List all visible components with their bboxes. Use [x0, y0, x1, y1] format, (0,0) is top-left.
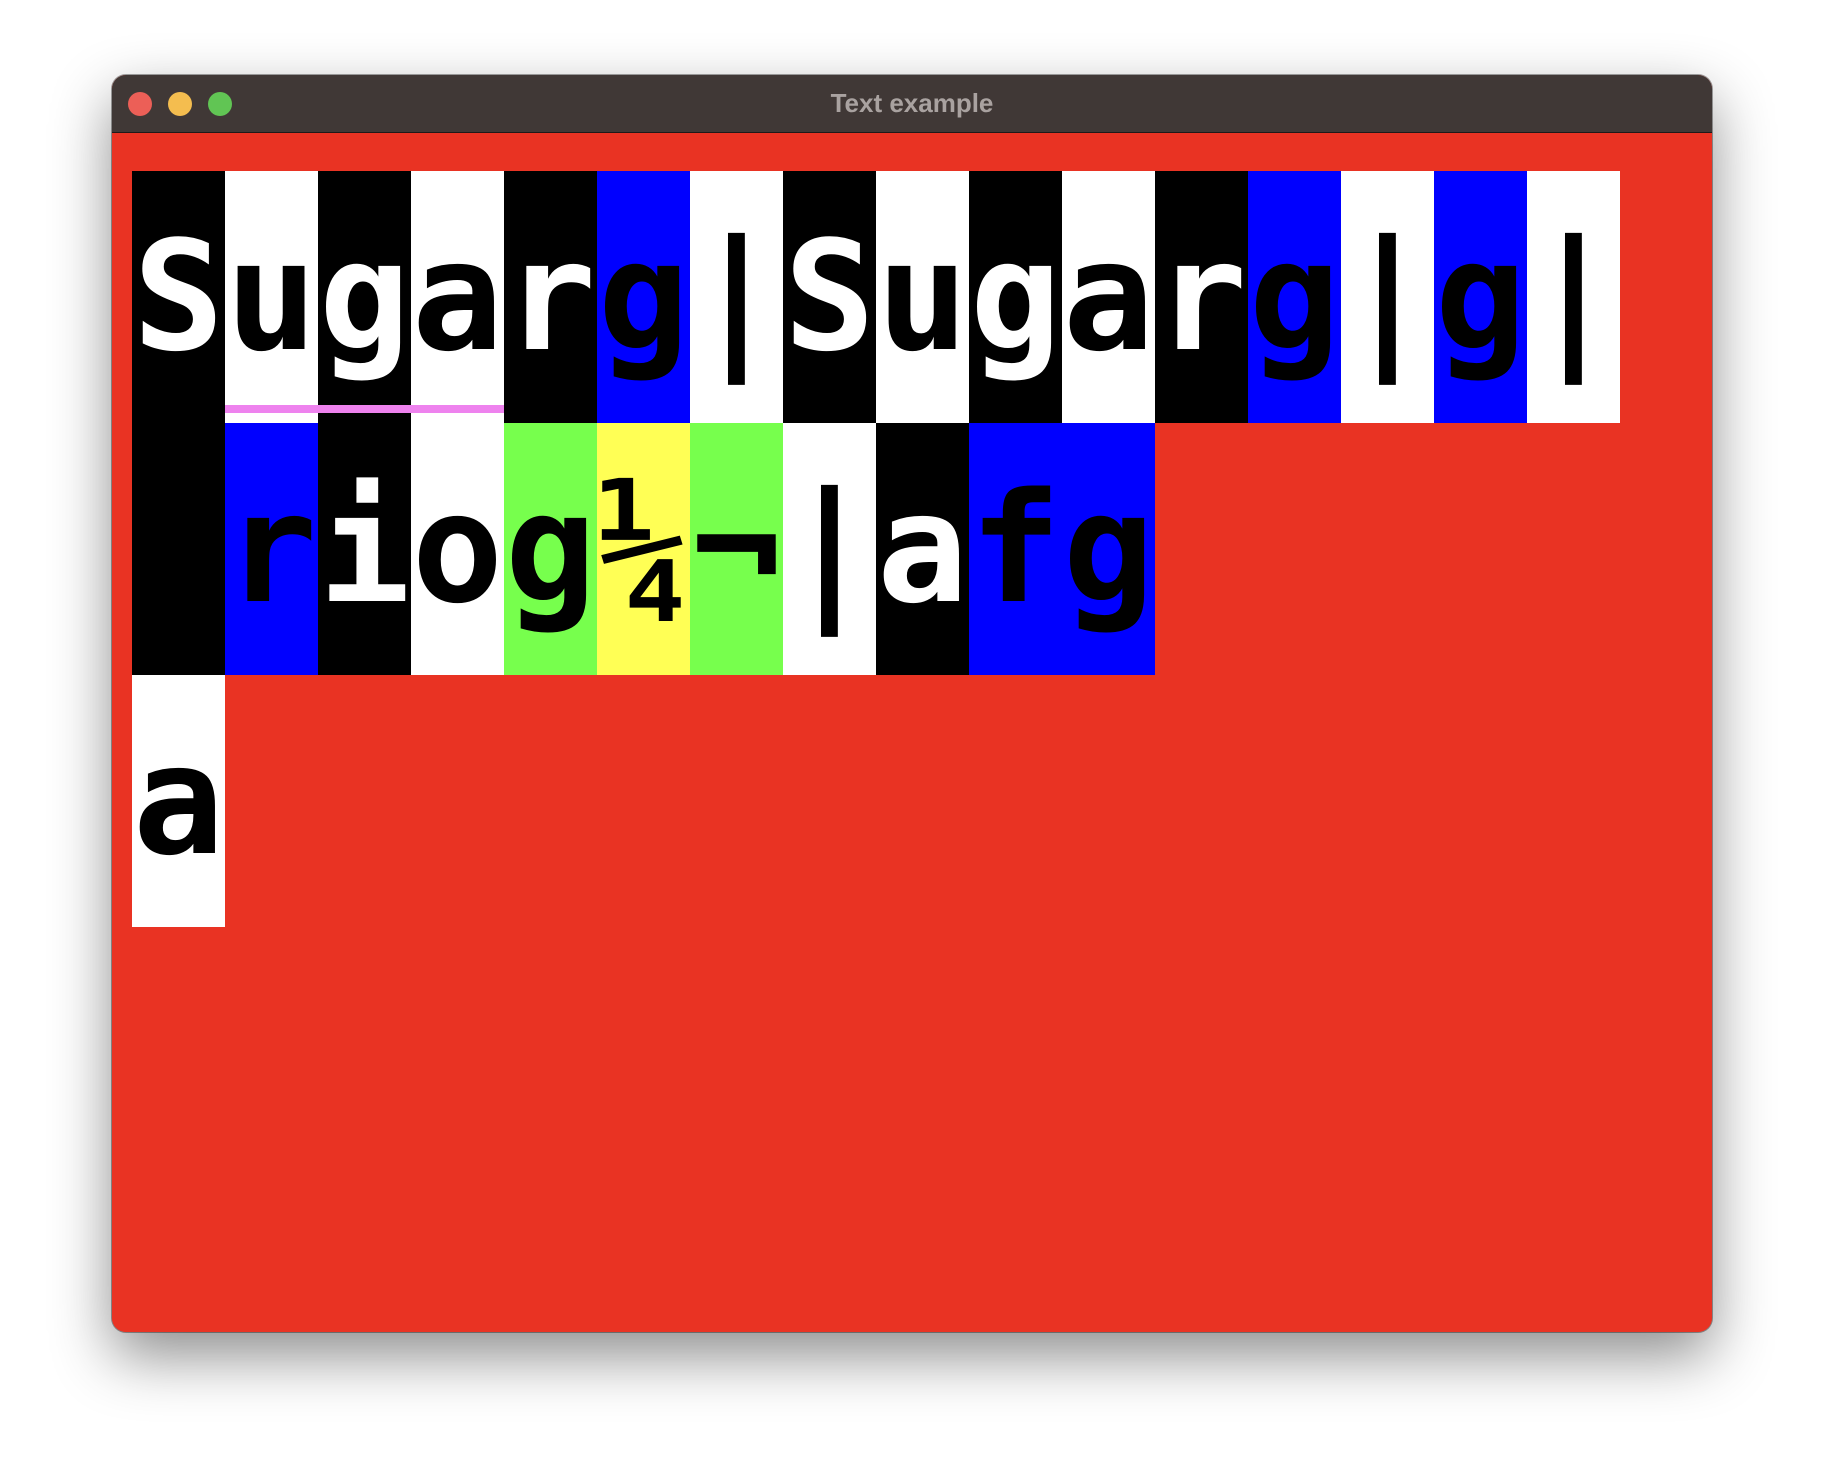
glyph-cell: | [1341, 171, 1434, 423]
glyph-cell: u [876, 171, 969, 423]
glyph-char: g [318, 208, 411, 385]
text-canvas: Su g a r g | Su g a r g | g | r i o g ¼ ¬ | a f g a [112, 133, 1712, 1332]
glyph-cell: a [1062, 171, 1155, 423]
glyph-char: r [504, 208, 597, 385]
app-window: Text example Su g a r g | Su g a r g | g | r i o g ¼ ¬ | a f g a [112, 75, 1712, 1332]
glyph-cell: | [690, 171, 783, 423]
glyph-char: g [1248, 208, 1341, 385]
glyph-char: g [969, 208, 1062, 385]
glyph-char: g [597, 208, 690, 385]
glyph-char: | [783, 460, 876, 637]
glyph-cell: ¬ [690, 423, 783, 675]
glyph-char: S [783, 208, 876, 385]
glyph-cell: g [1062, 423, 1155, 675]
glyph-cell: i [318, 423, 411, 675]
glyph-cell: a [411, 171, 504, 423]
glyph-cell: u [225, 171, 318, 423]
glyph-char: g [504, 460, 597, 637]
glyph-char: u [225, 208, 318, 385]
glyph-char: a [876, 460, 969, 637]
glyph-cell: f [969, 423, 1062, 675]
glyph-cell: r [504, 171, 597, 423]
glyph-cell: a [132, 675, 225, 927]
glyph-cell: S [783, 171, 876, 423]
glyph-char: r [1155, 208, 1248, 385]
glyph-cell [132, 423, 225, 675]
glyph-char: u [876, 208, 969, 385]
glyph-char: r [225, 460, 318, 637]
glyph-cell: g [318, 171, 411, 423]
glyph-char: | [1341, 208, 1434, 385]
glyph-cell: a [876, 423, 969, 675]
glyph-cell: | [783, 423, 876, 675]
glyph-row: a [132, 675, 225, 927]
glyph-char: f [969, 460, 1062, 637]
glyph-row: Su g a r g | Su g a r g | g | [132, 171, 1620, 423]
underline-decoration [225, 405, 504, 413]
glyph-cell: g [1434, 171, 1527, 423]
glyph-char: a [1062, 208, 1155, 385]
glyph-cell: ¼ [597, 423, 690, 675]
glyph-cell: g [504, 423, 597, 675]
glyph-char: g [1434, 208, 1527, 385]
title-bar[interactable]: Text example [112, 75, 1712, 133]
glyph-row: r i o g ¼ ¬ | a f g [132, 423, 1155, 675]
glyph-char: a [411, 208, 504, 385]
glyph-char: a [132, 712, 225, 889]
glyph-cell: S [132, 171, 225, 423]
glyph-char: ¼ [597, 460, 690, 637]
glyph-char: ¬ [690, 460, 783, 637]
glyph-cell: | [1527, 171, 1620, 423]
glyph-cell: r [225, 423, 318, 675]
window-title: Text example [830, 88, 994, 118]
glyph-char: | [1527, 208, 1620, 385]
glyph-char: | [690, 208, 783, 385]
glyph-char: i [318, 460, 411, 637]
glyph-cell: g [597, 171, 690, 423]
glyph-cell: o [411, 423, 504, 675]
glyph-cell: g [1248, 171, 1341, 423]
glyph-char: S [132, 208, 225, 385]
glyph-cell: r [1155, 171, 1248, 423]
glyph-char: o [411, 460, 504, 637]
glyph-char: g [1062, 460, 1155, 637]
glyph-cell: g [969, 171, 1062, 423]
